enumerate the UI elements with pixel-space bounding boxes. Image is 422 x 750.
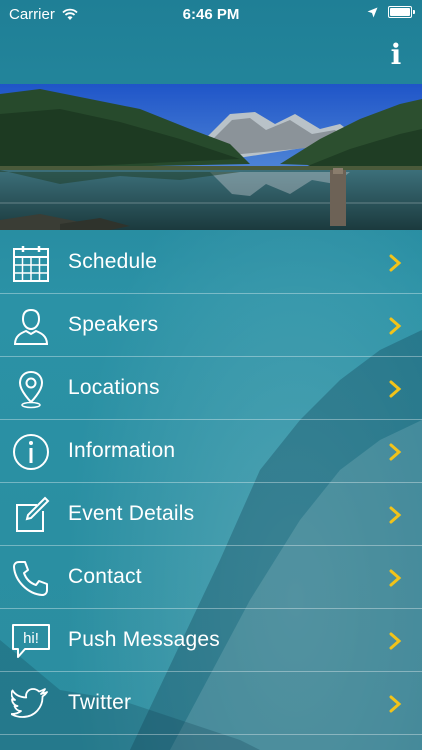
main-menu: Schedule Speakers Locations Information … xyxy=(0,231,422,750)
chevron-right-icon xyxy=(389,695,402,713)
chevron-right-icon xyxy=(389,380,402,398)
menu-label: Twitter xyxy=(68,691,132,714)
menu-item-push-messages[interactable]: hi! Push Messages xyxy=(0,609,422,672)
menu-item-contact[interactable]: Contact xyxy=(0,546,422,609)
menu-item-event-details[interactable]: Event Details xyxy=(0,483,422,546)
menu-label: Event Details xyxy=(68,502,195,525)
chat-bubble-icon: hi! xyxy=(12,624,50,658)
menu-item-twitter[interactable]: Twitter xyxy=(0,672,422,735)
person-icon xyxy=(13,308,49,345)
location-arrow-icon xyxy=(367,7,378,17)
menu-item-locations[interactable]: Locations xyxy=(0,357,422,420)
info-icon xyxy=(13,434,49,470)
menu-item-information[interactable]: Information xyxy=(0,420,422,483)
chevron-right-icon xyxy=(389,569,402,587)
status-time: 6:46 PM xyxy=(182,6,240,23)
menu-item-schedule[interactable]: Schedule xyxy=(0,231,422,294)
phone-icon xyxy=(13,561,48,596)
header-landscape-image xyxy=(0,84,422,230)
chevron-right-icon xyxy=(389,443,402,461)
menu-item-speakers[interactable]: Speakers xyxy=(0,294,422,357)
status-bar: Carrier 6:46 PM xyxy=(0,0,422,30)
menu-label: Push Messages xyxy=(68,628,221,651)
twitter-bird-icon xyxy=(11,688,48,718)
menu-label: Speakers xyxy=(68,313,159,336)
info-button[interactable]: i xyxy=(386,40,406,70)
battery-icon xyxy=(388,6,415,18)
menu-label: Locations xyxy=(68,376,160,399)
chevron-right-icon xyxy=(389,506,402,524)
chevron-right-icon xyxy=(389,317,402,335)
chevron-right-icon xyxy=(389,254,402,272)
menu-label: Information xyxy=(68,439,176,462)
edit-icon xyxy=(16,496,50,532)
status-right xyxy=(367,6,415,18)
menu-label: Schedule xyxy=(68,250,158,273)
calendar-icon xyxy=(13,246,49,282)
map-pin-icon xyxy=(18,370,44,409)
chevron-right-icon xyxy=(389,632,402,650)
svg-text:hi!: hi! xyxy=(23,630,39,647)
menu-label: Contact xyxy=(68,565,142,588)
